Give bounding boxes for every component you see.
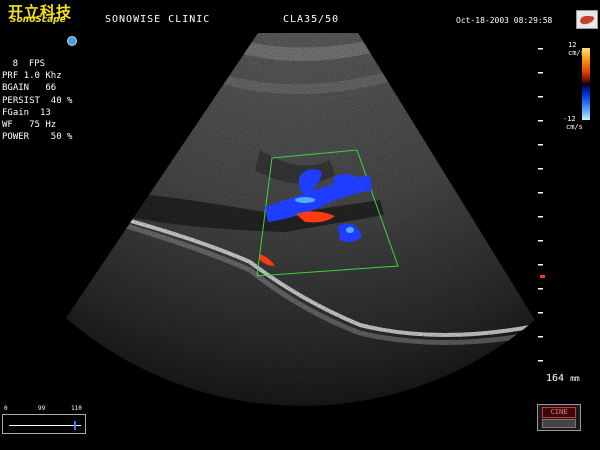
logo-brand: SonoScape xyxy=(10,15,66,25)
exam-datetime: Oct-18-2003 08:29:58 xyxy=(456,16,553,25)
depth-value: 164 xyxy=(546,373,565,384)
param-persist: PERSIST 40 % xyxy=(2,95,72,107)
imaging-parameters: 8 FPS PRF 1.0 Khz BGAIN 66 PERSIST 40 % … xyxy=(2,58,72,143)
param-fgain-value: 13 xyxy=(39,107,51,118)
param-fgain: FGain 13 xyxy=(2,107,72,119)
param-power-label: POWER xyxy=(2,132,30,143)
velocity-min-value: -12 xyxy=(563,115,576,123)
param-wf-value: 75 Hz xyxy=(29,120,57,131)
cine-scale-slider[interactable] xyxy=(2,414,86,434)
scale-handle[interactable] xyxy=(74,421,76,430)
clinic-name: SONOWISE CLINIC xyxy=(105,14,211,25)
param-bgain-label: BGAIN xyxy=(2,83,30,94)
depth-ruler xyxy=(538,48,545,362)
param-prf-label: PRF xyxy=(2,71,19,82)
param-wf-label: WF xyxy=(2,120,13,131)
probe-model: CLA35/50 xyxy=(283,14,340,25)
param-prf-value: 1.0 Khz xyxy=(23,71,62,82)
param-fgain-label: FGain xyxy=(2,107,30,118)
scale-max: 110 xyxy=(71,405,82,412)
cine-button[interactable]: CINE xyxy=(542,407,576,418)
param-prf: PRF 1.0 Khz xyxy=(2,70,72,82)
param-persist-value: 40 % xyxy=(50,95,73,106)
velocity-min-label: -12 cm/s xyxy=(563,115,583,131)
param-fps-unit: FPS xyxy=(28,59,46,69)
scale-min: 0 xyxy=(4,405,8,412)
cine-control[interactable]: CINE xyxy=(537,404,581,431)
scale-track xyxy=(9,425,81,426)
ultrasound-image xyxy=(66,33,545,406)
depth-readout: 164 mm xyxy=(546,373,580,384)
header-bar: 开立科技 SonoScape SONOWISE CLINIC CLA35/50 … xyxy=(0,0,600,30)
liver-icon[interactable] xyxy=(576,10,598,29)
cine-progress-bar[interactable] xyxy=(542,419,576,428)
depth-unit: mm xyxy=(570,374,580,383)
param-persist-label: PERSIST xyxy=(2,95,40,106)
param-fps-value: 8 xyxy=(12,59,18,69)
param-bgain: BGAIN 66 xyxy=(2,82,72,94)
param-power: POWER 50 % xyxy=(2,131,72,143)
velocity-min-unit: cm/s xyxy=(566,123,583,131)
scale-mid: 99 xyxy=(38,405,46,412)
liver-icon-shape xyxy=(580,15,595,25)
probe-orientation-icon xyxy=(67,36,77,46)
param-power-value: 50 % xyxy=(50,132,73,143)
param-wf: WF 75 Hz xyxy=(2,119,72,131)
param-fps: 8 FPS xyxy=(2,58,72,70)
param-bgain-value: 66 xyxy=(45,83,57,94)
doppler-color-scale xyxy=(582,48,590,120)
